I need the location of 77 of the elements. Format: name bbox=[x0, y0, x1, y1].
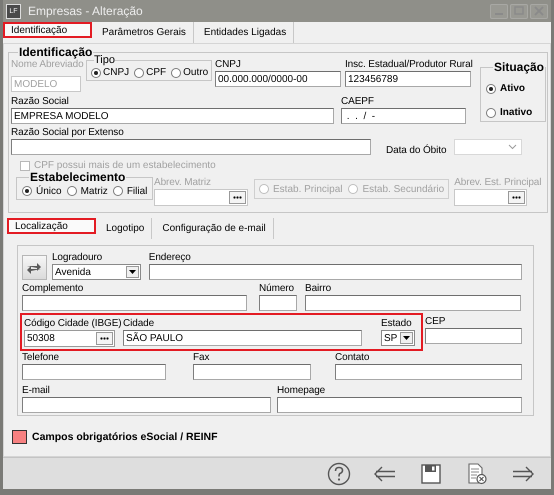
tab[interactable]: Parâmetros Gerais bbox=[95, 22, 194, 43]
field-label: Estado bbox=[381, 317, 412, 330]
ellipsis-button[interactable] bbox=[96, 332, 113, 345]
field-label: Homepage bbox=[277, 384, 326, 397]
field-label: E-mail bbox=[22, 384, 50, 397]
field-label: Abrev. Est. Principal bbox=[454, 176, 542, 189]
text-field[interactable]: . . / - bbox=[341, 108, 466, 124]
lookup-field[interactable]: 50308 bbox=[24, 330, 115, 347]
close-icon bbox=[534, 6, 544, 16]
field-label: CAEPF bbox=[341, 95, 374, 108]
field-label: Data do Óbito bbox=[386, 144, 448, 157]
maximize-icon bbox=[514, 6, 524, 16]
tab[interactable]: Entidades Ligadas bbox=[196, 22, 294, 43]
field-label: Insc. Estadual/Produtor Rural bbox=[345, 58, 473, 71]
dropdown[interactable]: SP bbox=[381, 330, 415, 346]
field-label: Complemento bbox=[22, 282, 84, 295]
ellipsis-icon bbox=[100, 337, 109, 340]
field-label: Cidade bbox=[123, 317, 154, 330]
field-label: Contato bbox=[335, 351, 370, 364]
text-field[interactable] bbox=[22, 397, 271, 413]
text-field[interactable] bbox=[335, 364, 522, 380]
chevron-down-icon bbox=[508, 144, 517, 150]
tab[interactable]: Configuração de e-mail bbox=[155, 218, 274, 239]
group-title: Estabelecimento bbox=[29, 172, 126, 183]
radio-button[interactable]: Outro bbox=[171, 67, 208, 78]
field-label: Razão Social bbox=[11, 95, 69, 108]
text-field[interactable] bbox=[148, 264, 522, 280]
field-label: Telefone bbox=[22, 351, 60, 364]
text-field[interactable] bbox=[22, 295, 247, 311]
group-title: Tipo bbox=[94, 55, 115, 65]
swap-button[interactable] bbox=[22, 255, 47, 280]
dropdown[interactable]: Avenida bbox=[52, 264, 141, 280]
radio-button[interactable]: Matriz bbox=[66, 186, 108, 196]
text-field[interactable]: SÃO PAULO bbox=[123, 330, 362, 346]
tab[interactable]: Localização bbox=[7, 218, 96, 234]
left-arrow-icon bbox=[373, 464, 397, 482]
text-field[interactable] bbox=[22, 364, 166, 380]
radio-button[interactable]: Único bbox=[22, 186, 62, 196]
text-field[interactable]: 00.000.000/0000-00 bbox=[215, 71, 341, 87]
field-label: Fax bbox=[193, 351, 210, 364]
document-x-icon bbox=[467, 462, 487, 484]
ellipsis-icon bbox=[512, 196, 522, 199]
field-label: Nome Abreviado bbox=[11, 58, 84, 71]
field-label: Código Cidade (IBGE) bbox=[24, 317, 122, 330]
radio-button[interactable]: Ativo bbox=[486, 83, 546, 94]
window-title: Empresas - Alteração bbox=[28, 4, 143, 18]
group-title: Situação bbox=[493, 62, 546, 73]
radio-button[interactable]: CNPJ bbox=[91, 67, 130, 78]
text-field[interactable] bbox=[305, 295, 521, 311]
help-icon bbox=[327, 462, 351, 486]
field-label: Razão Social por Extenso bbox=[11, 126, 124, 139]
text-field[interactable]: EMPRESA MODELO bbox=[11, 108, 334, 124]
caret-icon bbox=[403, 336, 410, 340]
legend-label: Campos obrigatórios eSocial / REINF bbox=[32, 431, 218, 443]
swap-arrows-icon bbox=[25, 260, 44, 274]
field-label: Número bbox=[259, 282, 294, 295]
field-label: Logradouro bbox=[52, 251, 102, 264]
tab[interactable]: Identificação bbox=[3, 22, 92, 38]
tab[interactable]: Logotipo bbox=[99, 218, 152, 239]
field-label: Bairro bbox=[305, 282, 332, 295]
right-arrow-icon bbox=[511, 464, 535, 482]
text-field[interactable] bbox=[11, 139, 371, 155]
radio-button[interactable]: Filial bbox=[112, 186, 148, 196]
text-field[interactable] bbox=[259, 295, 297, 311]
caret-icon bbox=[128, 270, 136, 274]
field-label: CEP bbox=[425, 315, 446, 328]
field-label: Endereço bbox=[148, 251, 191, 264]
ellipsis-icon bbox=[233, 196, 242, 199]
text-field[interactable] bbox=[277, 397, 522, 413]
radio-button[interactable]: CPF bbox=[134, 67, 166, 78]
radio-button[interactable]: Inativo bbox=[486, 107, 546, 118]
field-label: CNPJ bbox=[215, 58, 241, 71]
text-field[interactable]: 123456789 bbox=[345, 71, 471, 87]
text-field[interactable] bbox=[193, 364, 311, 380]
text-field[interactable] bbox=[425, 328, 522, 344]
group-title: Identificação bbox=[18, 47, 94, 58]
field-label: Abrev. Matriz bbox=[154, 176, 211, 189]
